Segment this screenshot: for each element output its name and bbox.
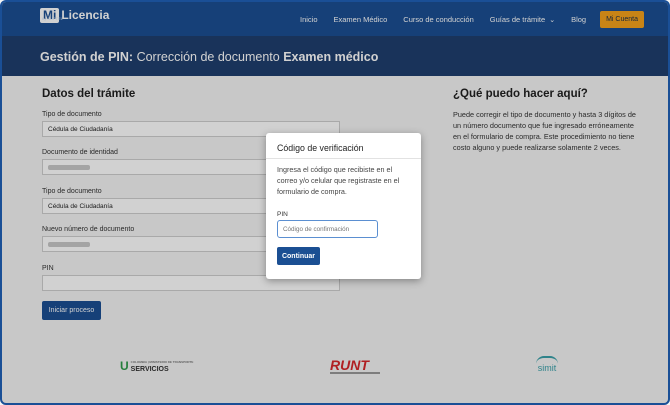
verification-modal: Código de verificación Ingresa el código… <box>266 133 421 279</box>
continuar-button[interactable]: Continuar <box>277 247 320 265</box>
modal-divider <box>266 158 421 159</box>
modal-title: Código de verificación <box>277 143 364 153</box>
pin-label: PIN <box>277 211 288 218</box>
modal-description: Ingresa el código que recibiste en el co… <box>277 165 400 196</box>
verification-code-input[interactable] <box>277 220 378 238</box>
app-window: Mi Licencia by SUPTEL Inicio Examen Médi… <box>0 0 670 405</box>
